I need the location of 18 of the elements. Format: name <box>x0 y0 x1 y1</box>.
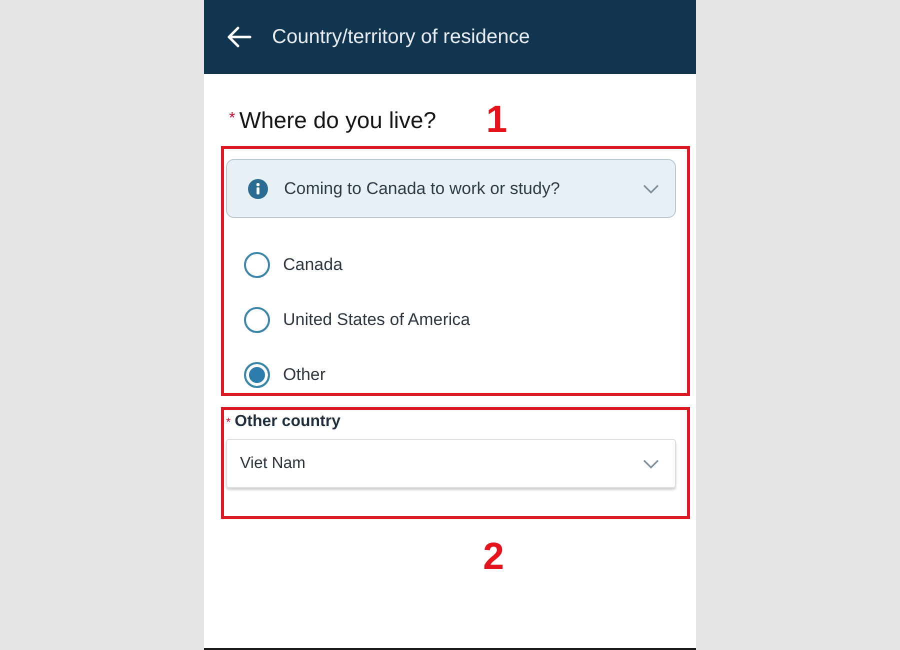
option-label[interactable]: Other <box>283 365 326 385</box>
info-icon <box>248 178 268 198</box>
info-accordion[interactable]: Coming to Canada to work or study? <box>226 159 676 218</box>
radio-button[interactable] <box>244 307 270 333</box>
annotation-number: 1 <box>486 100 508 140</box>
required-asterisk: * <box>226 415 231 429</box>
back-arrow-icon[interactable] <box>226 26 252 48</box>
option-label[interactable]: Canada <box>283 255 343 275</box>
question-label: Where do you live? <box>239 106 436 134</box>
annotation-number: 2 <box>483 537 504 577</box>
country-select[interactable]: Viet Nam <box>226 439 676 488</box>
radio-button[interactable] <box>244 362 270 388</box>
option-label[interactable]: United States of America <box>283 310 470 330</box>
screen-title: Country/territory of residence <box>272 26 530 48</box>
radio-button[interactable] <box>244 252 270 278</box>
required-asterisk: * <box>229 110 236 128</box>
field-label: Other country <box>234 413 340 431</box>
chevron-down-icon <box>643 458 659 468</box>
